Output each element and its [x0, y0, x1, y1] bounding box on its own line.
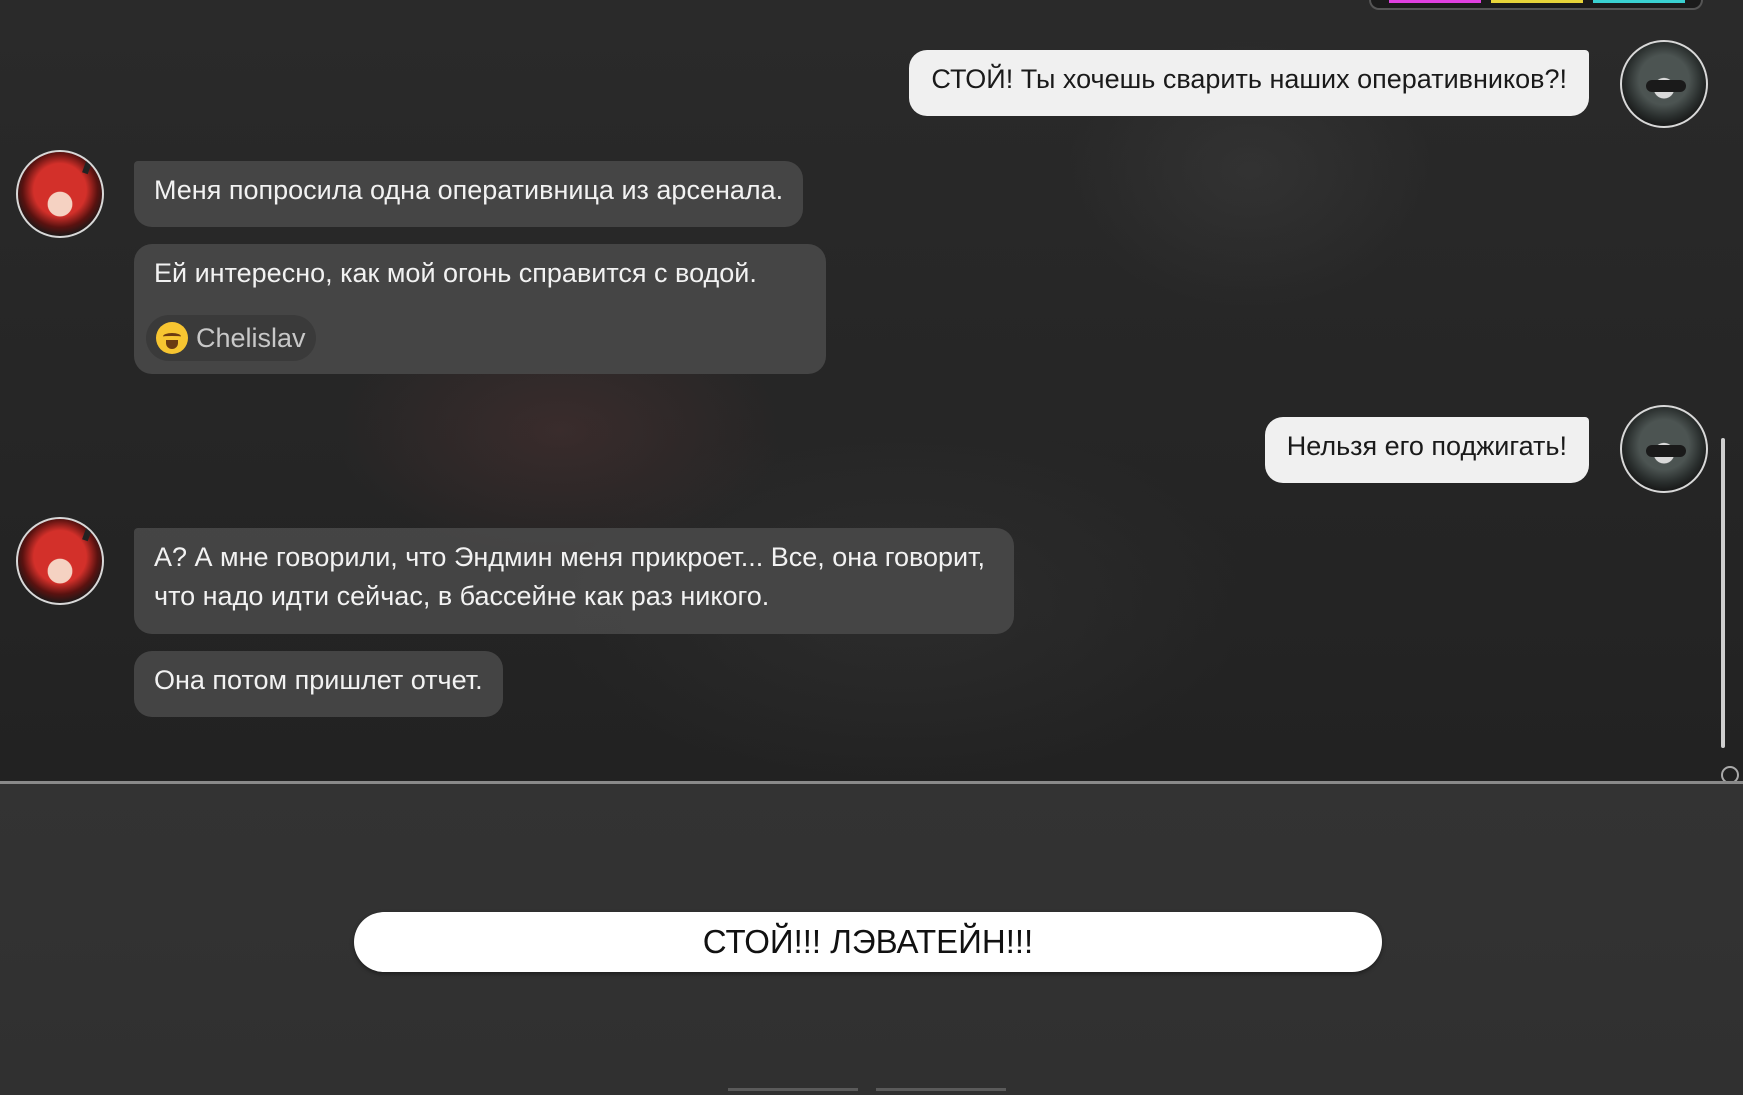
message-bubble-incoming: Она потом пришлет отчет.: [134, 651, 503, 717]
strip-segment-cyan: [1593, 0, 1685, 3]
reply-option-button[interactable]: СТОЙ!!! ЛЭВАТЕЙН!!!: [354, 912, 1382, 972]
bottom-tab-indicator: [728, 1088, 858, 1091]
character-avatar[interactable]: [16, 150, 104, 238]
message-text: А? А мне говорили, что Эндмин меня прикр…: [154, 542, 986, 611]
chat-scrollbar[interactable]: [1721, 438, 1725, 748]
bottom-tab-indicator: [876, 1088, 1006, 1091]
top-status-strip: [1369, 0, 1703, 10]
strip-segment-yellow: [1491, 0, 1583, 3]
corner-logo-icon: [1721, 766, 1739, 782]
message-bubble-incoming: А? А мне говорили, что Эндмин меня прикр…: [134, 528, 1014, 634]
message-text: Ей интересно, как мой огонь справится с …: [154, 258, 757, 288]
player-avatar[interactable]: [1620, 40, 1708, 128]
message-text: Она потом пришлет отчет.: [154, 665, 483, 695]
message-bubble-incoming: Меня попросила одна оперативница из арсе…: [134, 161, 804, 227]
crying-laughing-emoji-icon: [156, 322, 188, 354]
character-avatar[interactable]: [16, 517, 104, 605]
reaction-name: Chelislav: [196, 322, 306, 353]
message-bubble-outgoing: СТОЙ! Ты хочешь сварить наших оперативни…: [909, 50, 1589, 116]
message-text: СТОЙ! Ты хочешь сварить наших оперативни…: [931, 64, 1567, 94]
player-avatar[interactable]: [1620, 405, 1708, 493]
message-text: Меня попросила одна оперативница из арсе…: [154, 175, 784, 205]
message-text: Нельзя его поджигать!: [1286, 431, 1567, 461]
reaction-chip[interactable]: Chelislav: [146, 315, 316, 361]
strip-segment-magenta: [1389, 0, 1481, 3]
chat-screen: СТОЙ! Ты хочешь сварить наших оперативни…: [0, 0, 1743, 1095]
message-bubble-outgoing: Нельзя его поджигать!: [1264, 417, 1589, 483]
chat-log[interactable]: СТОЙ! Ты хочешь сварить наших оперативни…: [0, 0, 1743, 782]
